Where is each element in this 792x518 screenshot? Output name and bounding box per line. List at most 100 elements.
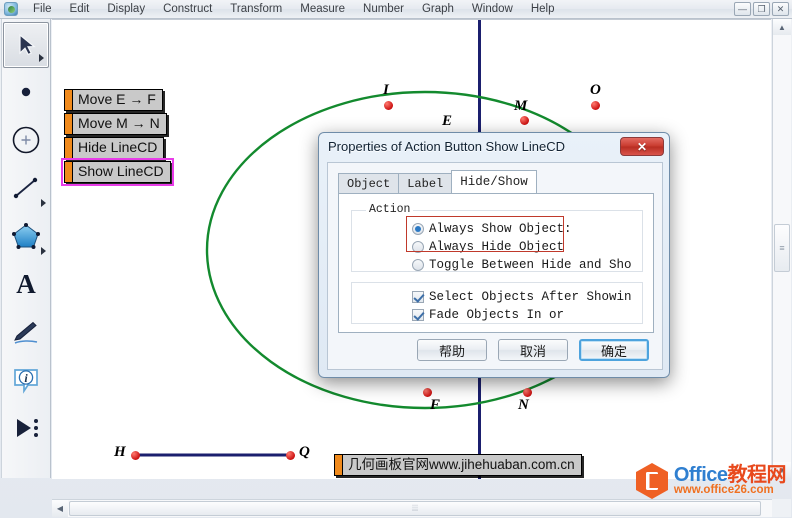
radio-always-show-object-icon[interactable]: [412, 223, 424, 235]
tab-object[interactable]: Object: [338, 173, 400, 193]
point-label-n: N: [518, 397, 529, 413]
tab-label[interactable]: Label: [398, 173, 453, 193]
minimize-button-glyph: —: [738, 4, 747, 14]
compass-tool-icon[interactable]: [2, 116, 50, 164]
action-button-grip[interactable]: [64, 89, 72, 111]
checkbox-select-objects-after-showing[interactable]: Select Objects After Showin: [412, 288, 632, 306]
checkbox-select-objects-icon[interactable]: [412, 291, 424, 303]
checkbox-fade-objects-icon[interactable]: [412, 309, 424, 321]
text-tool-icon[interactable]: A: [2, 260, 50, 308]
point-i[interactable]: [384, 101, 393, 110]
radio-always-hide-object-label: Always Hide Object: [429, 240, 565, 254]
checkbox-fade-objects[interactable]: Fade Objects In or: [412, 306, 564, 324]
dialog-close-button[interactable]: ✕: [620, 137, 664, 156]
point-label-q: Q: [299, 444, 310, 460]
menu-bar: File Edit Display Construct Transform Measure…: [24, 0, 563, 18]
point-f[interactable]: [423, 388, 432, 397]
action-button-grip[interactable]: [64, 161, 72, 183]
arrow-tool-flyout-icon[interactable]: [39, 54, 44, 62]
action-group: Action Always Show Object: Always Hide O…: [351, 203, 643, 274]
action-button-label[interactable]: 几何画板官网www.jihehuaban.com.cn: [342, 454, 582, 476]
menu-item-help[interactable]: Help: [522, 0, 564, 18]
horizontal-scroll-thumb[interactable]: ⦙⦙⦙: [69, 501, 761, 516]
point-label-o: O: [590, 82, 601, 98]
point-label-m: M: [514, 98, 528, 114]
close-button-glyph: ✕: [776, 4, 785, 14]
action-button-label[interactable]: Hide LineCD: [72, 137, 165, 159]
action-button-label[interactable]: Move M → N: [72, 113, 167, 135]
scroll-up-button[interactable]: ▲: [773, 19, 791, 35]
options-group: Select Objects After Showin Fade Objects…: [351, 282, 643, 324]
logo-url: www.office26.com: [673, 483, 774, 496]
point-label-i: I: [383, 82, 389, 98]
help-button[interactable]: 帮助: [417, 339, 487, 361]
radio-always-show-object-label: Always Show Object:: [429, 222, 572, 236]
checkbox-select-objects-label: Select Objects After Showin: [429, 290, 632, 304]
vertical-scroll-thumb[interactable]: ≡: [774, 224, 790, 272]
radio-toggle-hide-show-icon[interactable]: [412, 259, 424, 271]
scroll-left-button[interactable]: ◀: [52, 500, 68, 517]
dialog-body: Object Label Hide/Show Action Always Sho…: [327, 162, 663, 370]
dialog-title: Properties of Action Button Show LineCD: [328, 139, 566, 154]
action-button-watermark[interactable]: 几何画板官网www.jihehuaban.com.cn: [334, 454, 582, 476]
action-button-grip[interactable]: [64, 137, 72, 159]
menu-item-number[interactable]: Number: [354, 0, 413, 18]
point-tool-icon[interactable]: [2, 68, 50, 116]
point-h[interactable]: [131, 451, 140, 460]
radio-always-hide-object-icon[interactable]: [412, 241, 424, 253]
tab-hide-show[interactable]: Hide/Show: [451, 170, 537, 193]
action-button-move-e-f[interactable]: Move E → F: [64, 89, 163, 111]
window-controls: — ❐ ✕: [734, 2, 789, 16]
dialog-button-row: 帮助 取消 确定: [328, 339, 662, 361]
menu-item-window[interactable]: Window: [463, 0, 522, 18]
logo-brand: Office教程网: [673, 463, 787, 486]
radio-always-hide-object[interactable]: Always Hide Object: [412, 238, 564, 256]
radio-always-show-object[interactable]: Always Show Object:: [412, 220, 572, 238]
logo-brand-cn: 教程网: [727, 463, 787, 486]
checkbox-fade-objects-label: Fade Objects In or: [429, 308, 565, 322]
action-button-grip[interactable]: [334, 454, 342, 476]
arrow-tool-icon[interactable]: [3, 22, 49, 68]
title-bar: File Edit Display Construct Transform Measure…: [0, 0, 792, 19]
horizontal-scrollbar[interactable]: ◀ ⦙⦙⦙ ▶: [52, 499, 791, 517]
straightedge-tool-flyout-icon[interactable]: [41, 199, 46, 207]
office26-logo: Office教程网 www.office26.com: [635, 462, 786, 500]
close-button[interactable]: ✕: [772, 2, 789, 16]
point-m[interactable]: [520, 116, 529, 125]
straightedge-tool-icon[interactable]: [2, 164, 50, 212]
cancel-button[interactable]: 取消: [498, 339, 568, 361]
action-button-label[interactable]: Move E → F: [72, 89, 163, 111]
menu-item-file[interactable]: File: [24, 0, 61, 18]
point-label-e: E: [442, 113, 453, 129]
point-n[interactable]: [523, 388, 532, 397]
point-o[interactable]: [591, 101, 600, 110]
logo-brand-en: Office: [673, 463, 728, 486]
polygon-tool-icon[interactable]: [2, 212, 50, 260]
menu-item-graph[interactable]: Graph: [413, 0, 463, 18]
custom-tool-icon[interactable]: [2, 404, 50, 452]
action-button-grip[interactable]: [64, 113, 72, 135]
point-q[interactable]: [286, 451, 295, 460]
menu-item-display[interactable]: Display: [98, 0, 154, 18]
restore-button-glyph: ❐: [757, 4, 766, 14]
information-tool-icon[interactable]: i: [2, 356, 50, 404]
action-group-legend: Action: [366, 203, 414, 216]
vertical-scrollbar[interactable]: ▲ ≡ ▼: [772, 19, 791, 478]
action-button-label[interactable]: Show LineCD: [72, 161, 171, 183]
action-button-hide-linecd[interactable]: Hide LineCD: [64, 137, 165, 159]
radio-toggle-hide-show[interactable]: Toggle Between Hide and Sho: [412, 256, 632, 274]
marker-tool-icon[interactable]: [2, 308, 50, 356]
properties-dialog[interactable]: Properties of Action Button Show LineCD …: [318, 132, 670, 378]
ok-button[interactable]: 确定: [579, 339, 649, 361]
polygon-tool-flyout-icon[interactable]: [41, 247, 46, 255]
action-button-show-linecd[interactable]: Show LineCD: [61, 158, 174, 186]
radio-toggle-hide-show-label: Toggle Between Hide and Sho: [429, 258, 632, 272]
menu-item-construct[interactable]: Construct: [154, 0, 221, 18]
tool-palette: A i: [1, 19, 51, 478]
menu-item-edit[interactable]: Edit: [61, 0, 99, 18]
action-button-move-m-n[interactable]: Move M → N: [64, 113, 167, 135]
menu-item-transform[interactable]: Transform: [221, 0, 291, 18]
menu-item-measure[interactable]: Measure: [291, 0, 354, 18]
restore-button[interactable]: ❐: [753, 2, 770, 16]
minimize-button[interactable]: —: [734, 2, 751, 16]
